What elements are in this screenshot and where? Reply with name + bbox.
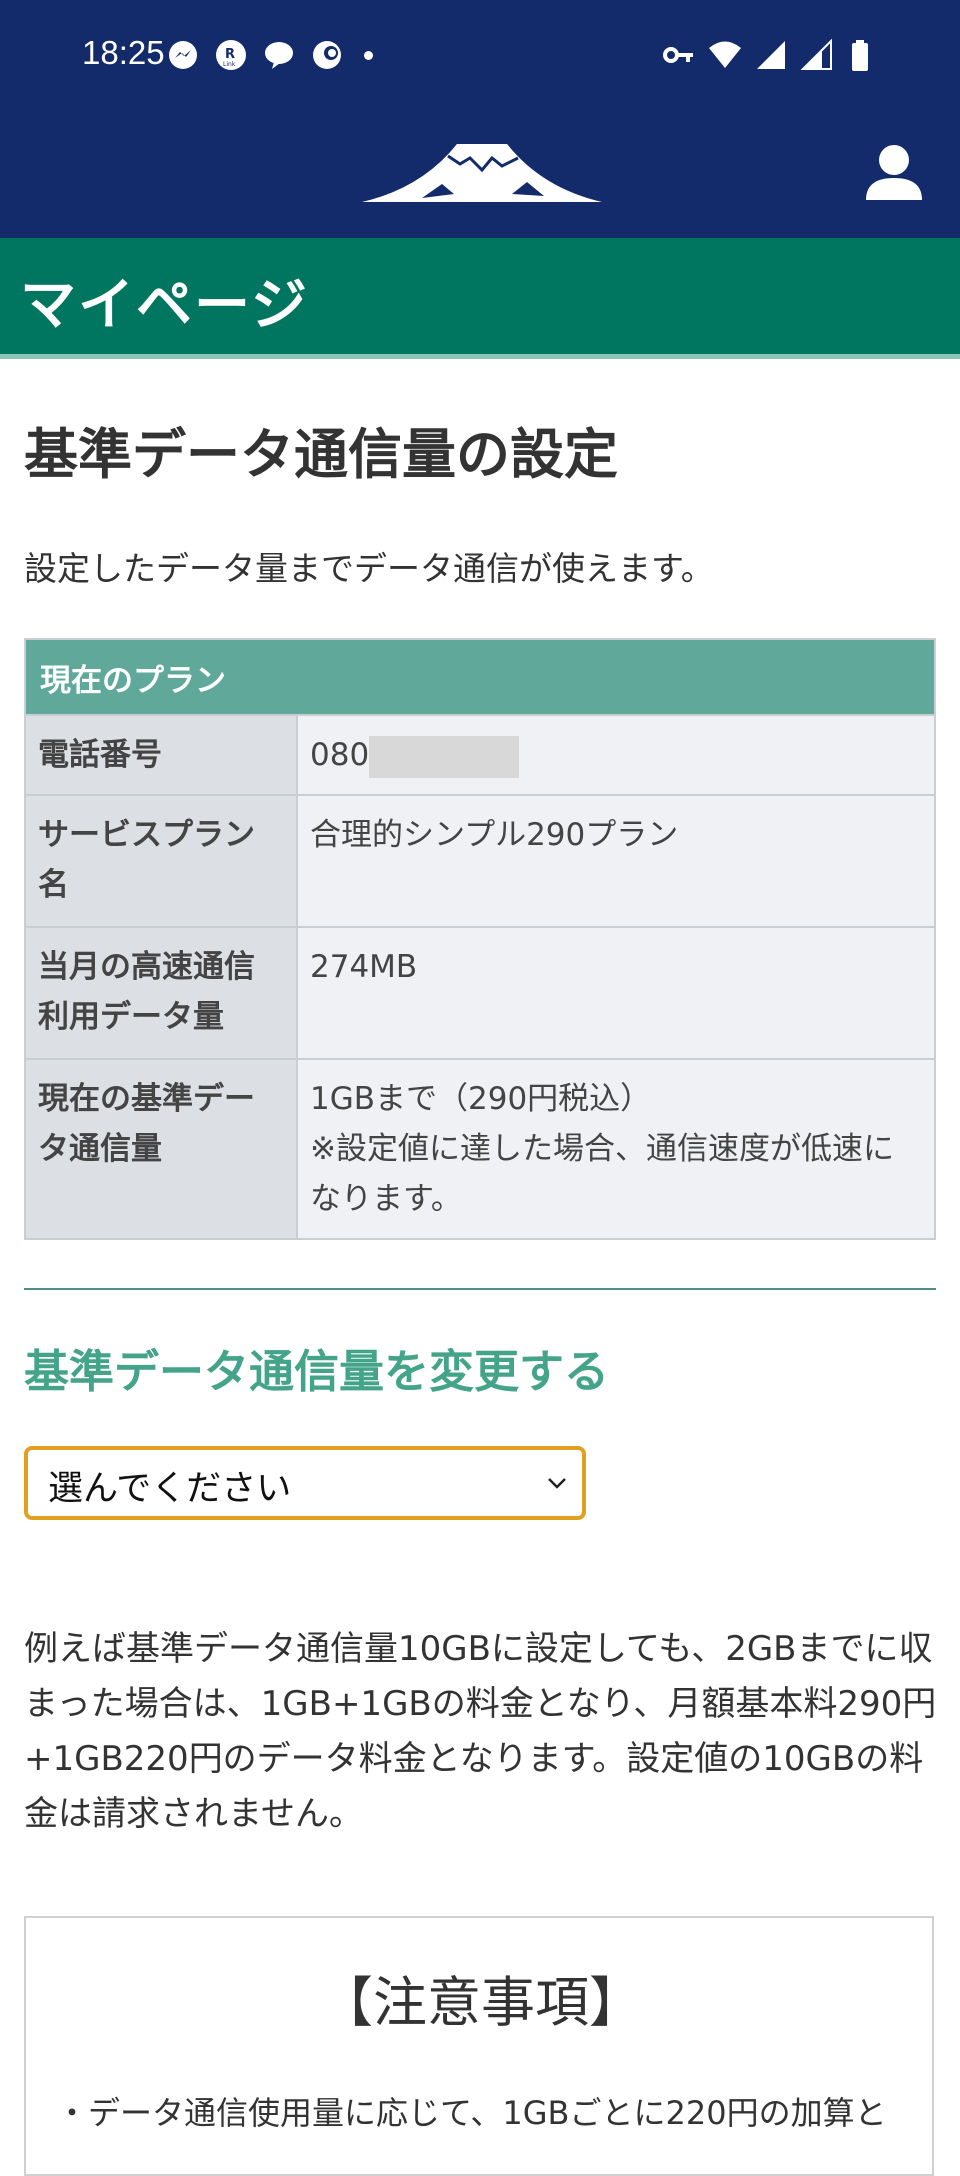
row-label: 電話番号 (24, 714, 298, 796)
mount-fuji-logo[interactable] (362, 136, 602, 206)
phone-number-cell: 080 (296, 714, 936, 796)
mypage-band: マイページ (0, 238, 960, 359)
notice-box: 【注意事項】 ・データ通信使用量に応じて、1GBごとに220円の加算と (24, 1916, 934, 2176)
status-time: 18:25 (82, 34, 165, 71)
row-label: 現在の基準データ通信量 (24, 1058, 298, 1240)
row-label: 当月の高速通信利用データ量 (24, 926, 298, 1060)
table-caption: 現在のプラン (24, 638, 936, 716)
row-label: サービスプラン名 (24, 794, 298, 928)
vpn-key-icon (662, 38, 696, 72)
section-divider (24, 1288, 936, 1290)
messenger-icon (166, 38, 200, 72)
app-icon (310, 38, 344, 72)
mypage-title: マイページ (20, 273, 309, 338)
table-row: サービスプラン名 合理的シンプル290プラン (24, 794, 936, 928)
svg-text:R: R (225, 47, 235, 62)
signal-icon (800, 38, 834, 72)
table-row: 電話番号 080 (24, 714, 936, 796)
change-section-title: 基準データ通信量を変更する (24, 1345, 610, 1398)
app-header: 18:25 R Link (0, 0, 960, 238)
current-plan-table: 現在のプラン 電話番号 080 サービスプラン名 合理的シンプル290プラン 当… (24, 638, 936, 1240)
user-icon[interactable] (866, 142, 922, 202)
row-value: 274MB (296, 926, 936, 1060)
chevron-down-icon (546, 1472, 568, 1494)
select-value: 選んでください (48, 1469, 292, 1509)
wifi-icon (708, 38, 742, 72)
page-title: 基準データ通信量の設定 (24, 423, 618, 486)
signal-icon (754, 38, 788, 72)
masked-phone-digits (369, 735, 520, 778)
status-notification-icons: R Link (166, 38, 373, 72)
row-note: ※設定値に達した場合、通信速度が低速になります。 (310, 1131, 894, 1217)
explanation-text: 例えば基準データ通信量10GBに設定しても、2GBまでに収まった場合は、1GB+… (24, 1629, 937, 1834)
data-amount-select[interactable]: 選んでください (24, 1446, 586, 1520)
svg-text:Link: Link (223, 61, 236, 68)
notice-item: ・データ通信使用量に応じて、1GBごとに220円の加算と (56, 2094, 887, 2132)
table-row: 当月の高速通信利用データ量 274MB (24, 926, 936, 1060)
battery-icon (846, 38, 880, 72)
intro-text: 設定したデータ量までデータ通信が使えます。 (24, 549, 714, 588)
row-value: 1GBまで（290円税込） (310, 1081, 652, 1117)
more-dot-icon (364, 50, 373, 60)
status-system-icons (662, 38, 880, 72)
table-row: 現在の基準データ通信量 1GBまで（290円税込） ※設定値に達した場合、通信速… (24, 1058, 936, 1240)
notice-title: 【注意事項】 (319, 1971, 643, 2034)
chat-bubble-icon (262, 38, 296, 72)
rakuten-link-icon: R Link (214, 38, 248, 72)
phone-number: 080 (310, 737, 370, 773)
row-value-cell: 1GBまで（290円税込） ※設定値に達した場合、通信速度が低速になります。 (296, 1058, 936, 1240)
row-value: 合理的シンプル290プラン (296, 794, 936, 928)
